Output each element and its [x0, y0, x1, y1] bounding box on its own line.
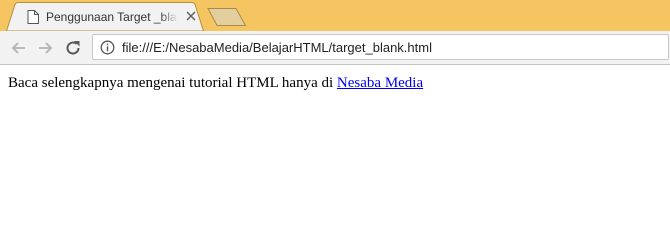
nesaba-media-link[interactable]: Nesaba Media: [337, 75, 423, 91]
info-icon[interactable]: [100, 40, 115, 55]
body-text: Baca selengkapnya mengenai tutorial HTML…: [8, 75, 337, 91]
document-icon: [27, 10, 39, 24]
back-arrow-icon[interactable]: [9, 38, 29, 58]
url-text[interactable]: file:///E:/NesabaMedia/BelajarHTML/targe…: [122, 40, 432, 55]
new-tab-button[interactable]: [207, 8, 247, 26]
tab-strip: Penggunaan Target _blank: [0, 0, 670, 31]
reload-icon[interactable]: [63, 38, 83, 58]
close-icon[interactable]: [186, 11, 196, 21]
page-content: Baca selengkapnya mengenai tutorial HTML…: [8, 74, 423, 92]
active-tab[interactable]: Penggunaan Target _blank: [6, 2, 204, 31]
forward-arrow-icon[interactable]: [35, 38, 55, 58]
browser-toolbar: file:///E:/NesabaMedia/BelajarHTML/targe…: [0, 31, 670, 65]
tab-title: Penggunaan Target _blank: [46, 10, 178, 25]
address-bar[interactable]: file:///E:/NesabaMedia/BelajarHTML/targe…: [92, 34, 669, 60]
